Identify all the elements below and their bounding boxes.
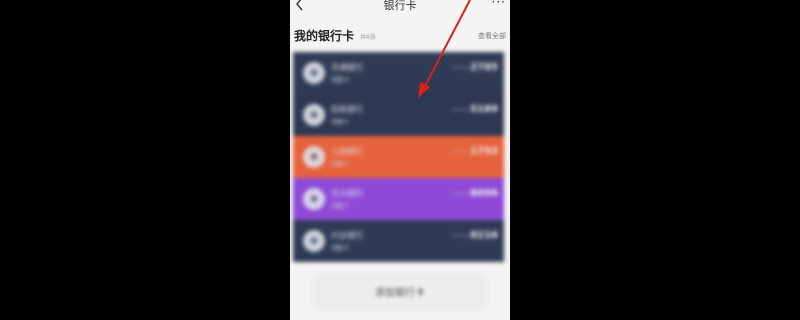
red-arrow-annotation bbox=[418, 0, 471, 98]
